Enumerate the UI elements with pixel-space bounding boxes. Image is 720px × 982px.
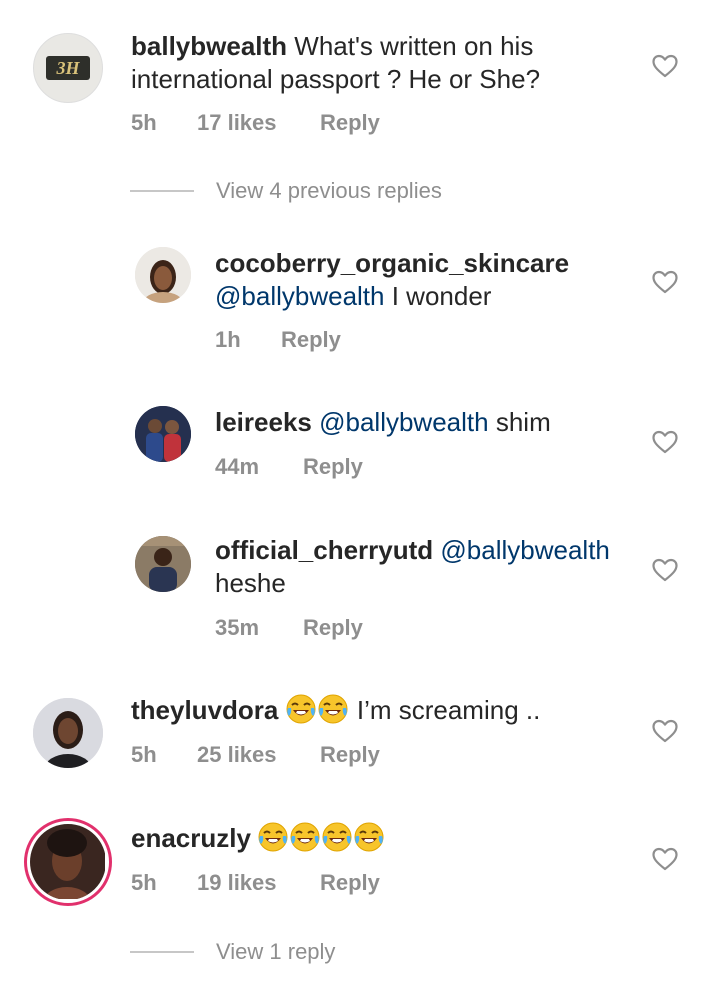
comment-text: theyluvdora I’m screaming .. xyxy=(131,694,631,727)
divider-line xyxy=(130,951,194,953)
heart-icon[interactable] xyxy=(652,558,678,582)
likes-count[interactable]: 19 likes xyxy=(197,870,320,896)
username[interactable]: official_cherryutd xyxy=(215,535,433,565)
tears-of-joy-emoji xyxy=(258,822,288,852)
comment-text: leireeks @ballybwealth shim xyxy=(215,406,635,439)
avatar-photo xyxy=(135,247,191,303)
reply-button[interactable]: Reply xyxy=(320,110,380,136)
heart-icon[interactable] xyxy=(652,270,678,294)
mention-link[interactable]: @ballybwealth xyxy=(440,535,609,565)
avatar-photo xyxy=(33,698,103,768)
avatar-photo xyxy=(30,824,105,899)
comment-message: shim xyxy=(495,407,551,437)
view-previous-label[interactable]: View 4 previous replies xyxy=(216,178,442,204)
comment-meta: 1h Reply xyxy=(215,327,341,353)
heart-icon[interactable] xyxy=(652,847,678,871)
comment-meta: 5h 25 likes Reply xyxy=(131,742,380,768)
comment-text: cocoberry_organic_skincare @ballybwealth… xyxy=(215,247,635,313)
timestamp: 1h xyxy=(215,327,241,352)
logo-text: 3H xyxy=(56,57,80,78)
comment-text: enacruzly xyxy=(131,822,631,855)
timestamp: 35m xyxy=(215,615,260,640)
avatar[interactable]: 3H xyxy=(33,33,103,103)
likes-count[interactable]: 25 likes xyxy=(197,742,320,768)
reply-button[interactable]: Reply xyxy=(320,742,380,768)
comment-meta: 5h 19 likes Reply xyxy=(131,870,380,896)
avatar xyxy=(30,824,106,900)
tears-of-joy-emoji xyxy=(290,822,320,852)
brand-logo: 3H xyxy=(46,56,90,80)
comment-text: official_cherryutd @ballybwealth heshe xyxy=(215,534,635,600)
timestamp: 44m xyxy=(215,454,260,479)
mention-link[interactable]: @ballybwealth xyxy=(319,407,488,437)
divider-line xyxy=(130,190,194,192)
timestamp: 5h xyxy=(131,110,157,135)
comment-message: I’m screaming .. xyxy=(356,695,541,725)
heart-icon[interactable] xyxy=(652,430,678,454)
avatar[interactable] xyxy=(135,406,191,462)
avatar[interactable] xyxy=(135,536,191,592)
avatar-photo xyxy=(135,406,191,462)
avatar[interactable] xyxy=(135,247,191,303)
view-previous-replies[interactable]: View 4 previous replies xyxy=(130,178,442,204)
avatar-photo xyxy=(135,536,191,592)
view-replies-label[interactable]: View 1 reply xyxy=(216,939,335,965)
comment-meta: 44m Reply xyxy=(215,454,363,480)
username[interactable]: enacruzly xyxy=(131,823,251,853)
username[interactable]: cocoberry_organic_skincare xyxy=(215,247,635,280)
heart-icon[interactable] xyxy=(652,54,678,78)
comment-message: heshe xyxy=(215,568,286,598)
comment-text: ballybwealth What's written on his inter… xyxy=(131,30,631,96)
view-replies[interactable]: View 1 reply xyxy=(130,939,335,965)
avatar[interactable] xyxy=(33,698,103,768)
reply-button[interactable]: Reply xyxy=(281,327,341,353)
tears-of-joy-emoji xyxy=(286,694,316,724)
comment-message: I wonder xyxy=(391,281,492,311)
timestamp: 5h xyxy=(131,742,157,767)
timestamp: 5h xyxy=(131,870,157,895)
username[interactable]: leireeks xyxy=(215,407,312,437)
username[interactable]: ballybwealth xyxy=(131,31,287,61)
heart-icon[interactable] xyxy=(652,719,678,743)
comment-meta: 5h 17 likes Reply xyxy=(131,110,380,136)
reply-button[interactable]: Reply xyxy=(303,454,363,480)
avatar-story-ring[interactable] xyxy=(24,818,112,906)
reply-button[interactable]: Reply xyxy=(320,870,380,896)
tears-of-joy-emoji xyxy=(322,822,352,852)
tears-of-joy-emoji xyxy=(318,694,348,724)
likes-count[interactable]: 17 likes xyxy=(197,110,320,136)
tears-of-joy-emoji xyxy=(354,822,384,852)
reply-button[interactable]: Reply xyxy=(303,615,363,641)
mention-link[interactable]: @ballybwealth xyxy=(215,281,384,311)
comment-meta: 35m Reply xyxy=(215,615,363,641)
username[interactable]: theyluvdora xyxy=(131,695,278,725)
